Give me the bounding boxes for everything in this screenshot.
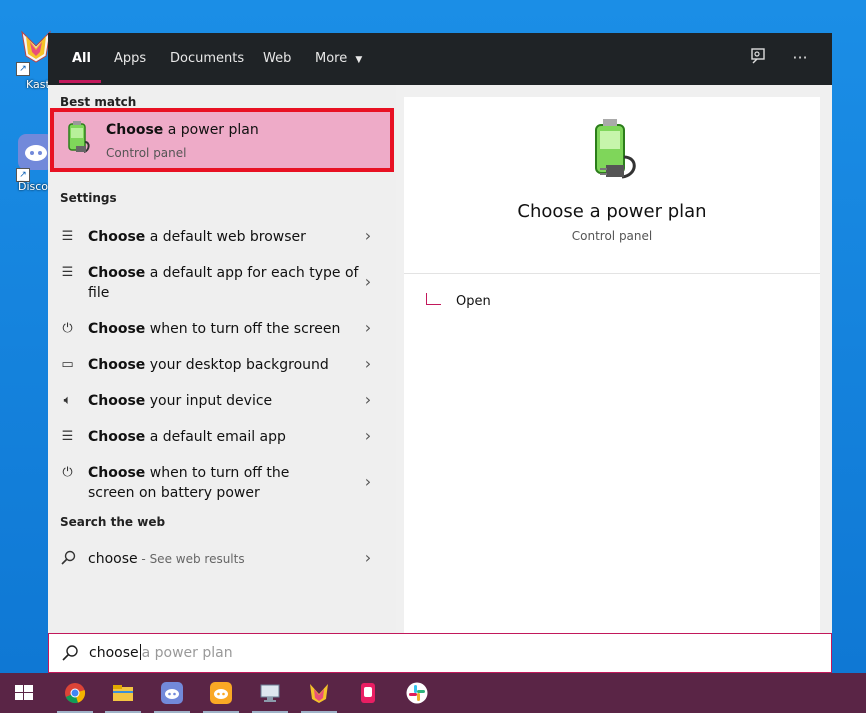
taskbar	[0, 673, 866, 713]
battery-plug-icon	[595, 119, 636, 179]
settings-item-label: Choose a default web browser	[88, 229, 306, 245]
section-heading-settings: Settings	[60, 191, 117, 205]
chevron-right-icon: ›	[364, 548, 372, 567]
search-filter-bar: All Apps Documents Web More ▼ ···	[48, 33, 832, 85]
best-match-item[interactable]: Choose a power plan Control panel	[50, 108, 394, 172]
taskbar-discord-canary[interactable]	[197, 673, 245, 713]
settings-item-email-app[interactable]: ☰ Choose a default email app ›	[48, 419, 396, 455]
settings-item-screen-off-battery[interactable]: ⏻ Choose when to turn off the screen on …	[48, 455, 396, 511]
more-options-icon[interactable]: ···	[789, 47, 811, 69]
search-typed-text: choose	[89, 645, 139, 661]
taskbar-discord[interactable]	[148, 673, 196, 713]
taskbar-chrome[interactable]	[51, 673, 99, 713]
remote-desktop-icon	[260, 684, 280, 702]
results-list: Best match Choose a power plan Control p…	[48, 85, 396, 633]
section-heading-web: Search the web	[60, 515, 166, 529]
chevron-right-icon: ›	[364, 226, 372, 245]
speaker-icon: 🔈︎	[63, 393, 72, 408]
settings-item-label: Choose your desktop background	[88, 357, 329, 373]
kaspersky-icon	[310, 684, 328, 703]
tab-web[interactable]: Web	[263, 33, 291, 85]
taskbar-file-explorer[interactable]	[99, 673, 147, 713]
settings-item-label: Choose your input device	[88, 393, 273, 409]
search-icon	[62, 645, 78, 661]
settings-item-label: Choose a default email app	[88, 429, 286, 445]
chrome-icon	[65, 683, 86, 704]
settings-item-label: Choose a default app for each type of fi…	[88, 265, 359, 301]
shortcut-arrow-icon: ↗	[16, 62, 30, 76]
taskbar-remote-desktop[interactable]	[246, 673, 294, 713]
chevron-down-icon: ▼	[355, 55, 363, 65]
file-explorer-icon	[113, 685, 133, 701]
windows-start-icon	[15, 685, 33, 700]
slack-icon	[406, 682, 428, 704]
tab-all[interactable]: All	[72, 33, 91, 85]
settings-item-label: Choose when to turn off the screen on ba…	[88, 465, 290, 501]
app-icon	[361, 683, 375, 703]
tab-more-label: More	[315, 51, 348, 66]
web-search-item[interactable]: choose - See web results ›	[48, 541, 396, 577]
search-input[interactable]: choose a power plan	[48, 633, 832, 673]
preview-title: Choose a power plan	[517, 201, 707, 222]
taskbar-app[interactable]	[344, 673, 392, 713]
active-tab-indicator	[59, 80, 101, 83]
chevron-right-icon: ›	[364, 354, 372, 373]
list-icon: ☰	[61, 265, 74, 280]
preview-subtitle: Control panel	[571, 229, 653, 243]
taskbar-kaspersky[interactable]	[295, 673, 343, 713]
preview-header: Choose a power plan Control panel	[404, 97, 820, 274]
chevron-right-icon: ›	[364, 472, 372, 491]
web-search-label: choose - See web results	[88, 551, 245, 567]
power-icon: ⏻	[62, 321, 73, 336]
open-icon	[426, 293, 441, 305]
list-icon: ☰	[61, 429, 74, 444]
chevron-right-icon: ›	[364, 318, 372, 337]
section-heading-best-match: Best match	[60, 95, 137, 109]
search-input-text: choose a power plan	[89, 644, 233, 661]
start-button[interactable]	[0, 673, 48, 713]
discord-canary-icon	[210, 682, 232, 704]
list-icon: ☰	[61, 229, 74, 244]
tab-more[interactable]: More ▼	[315, 33, 362, 85]
best-match-title: Choose a power plan	[106, 122, 259, 138]
settings-item-default-browser[interactable]: ☰ Choose a default web browser ›	[48, 219, 396, 255]
tab-documents[interactable]: Documents	[170, 33, 244, 85]
settings-item-input-device[interactable]: 🔈︎ Choose your input device ›	[48, 383, 396, 419]
chevron-right-icon: ›	[364, 272, 372, 291]
search-autocomplete-text: a power plan	[141, 645, 233, 661]
best-match-subtitle: Control panel	[106, 146, 187, 160]
settings-item-default-app[interactable]: ☰ Choose a default app for each type of …	[48, 255, 396, 311]
image-icon: ▭	[61, 357, 74, 372]
settings-item-desktop-background[interactable]: ▭ Choose your desktop background ›	[48, 347, 396, 383]
desktop-icon-label: Kast	[26, 78, 50, 91]
search-icon	[59, 550, 76, 567]
power-icon: ⏻	[62, 465, 73, 480]
open-label: Open	[456, 294, 491, 309]
desktop-icon-label: Disco	[18, 180, 49, 193]
text-caret	[139, 644, 141, 660]
settings-item-label: Choose when to turn off the screen	[88, 321, 341, 337]
tab-apps[interactable]: Apps	[114, 33, 146, 85]
start-search-panel: All Apps Documents Web More ▼ ··· Best m…	[48, 33, 832, 672]
settings-item-screen-off[interactable]: ⏻ Choose when to turn off the screen ›	[48, 311, 396, 347]
discord-icon	[161, 682, 183, 704]
chevron-right-icon: ›	[364, 426, 372, 445]
preview-pane: Choose a power plan Control panel Open	[404, 97, 820, 633]
chevron-right-icon: ›	[364, 390, 372, 409]
feedback-icon[interactable]	[747, 47, 769, 69]
taskbar-slack[interactable]	[393, 673, 441, 713]
battery-plug-icon	[68, 121, 90, 153]
